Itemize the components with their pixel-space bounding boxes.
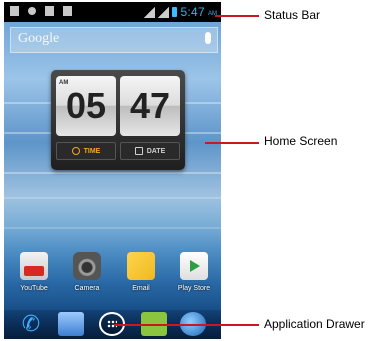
app-label: Play Store bbox=[177, 285, 211, 292]
app-label: Camera bbox=[74, 285, 100, 292]
signal-2-icon bbox=[158, 6, 170, 18]
usb-debug-icon bbox=[45, 6, 54, 16]
phone-screen: 5:47 AM Google AM 05 47 TIME DATE YouTub… bbox=[4, 2, 221, 339]
application-drawer-callout: Application Drawer bbox=[264, 317, 365, 331]
app-camera[interactable]: Camera bbox=[60, 252, 114, 292]
clock-hour: AM 05 bbox=[56, 76, 116, 136]
clock-widget[interactable]: AM 05 47 TIME DATE bbox=[51, 70, 185, 170]
home-screen-callout-line bbox=[205, 142, 259, 144]
tab-time-label: TIME bbox=[83, 147, 101, 155]
clock-widget-tabs: TIME DATE bbox=[56, 142, 180, 160]
clock-period: AM bbox=[59, 80, 69, 86]
play-store-icon bbox=[180, 252, 208, 280]
mic-icon[interactable] bbox=[205, 32, 211, 44]
clock-hour-value: 05 bbox=[65, 85, 107, 126]
status-bar-callout: Status Bar bbox=[264, 8, 321, 22]
status-bar-callout-line bbox=[215, 15, 259, 17]
home-screen-callout: Home Screen bbox=[264, 134, 338, 148]
application-drawer-callout-line bbox=[114, 324, 259, 326]
notification-icons bbox=[10, 6, 72, 16]
system-icons: 5:47 AM bbox=[144, 5, 217, 19]
app-youtube[interactable]: YouTube bbox=[7, 252, 61, 292]
camera-icon bbox=[73, 252, 101, 280]
app-label: YouTube bbox=[20, 285, 48, 292]
usb-icon bbox=[10, 6, 19, 16]
tab-time[interactable]: TIME bbox=[56, 142, 116, 160]
app-label: Email bbox=[132, 285, 150, 292]
signal-icon bbox=[144, 6, 156, 18]
contacts-icon[interactable] bbox=[58, 312, 84, 336]
battery-icon bbox=[172, 7, 178, 17]
clock-minute: 47 bbox=[120, 76, 180, 136]
app-email[interactable]: Email bbox=[114, 252, 168, 292]
clock-icon bbox=[71, 147, 80, 155]
google-label: Google bbox=[18, 31, 60, 46]
home-app-shortcuts: YouTube Camera Email Play Store bbox=[4, 252, 221, 302]
phone-icon[interactable]: ✆ bbox=[18, 312, 44, 336]
status-time: 5:47 bbox=[180, 5, 205, 19]
app-play-store[interactable]: Play Store bbox=[167, 252, 221, 292]
calendar-icon bbox=[134, 147, 143, 155]
image-notification-icon bbox=[63, 6, 72, 16]
tab-date-label: DATE bbox=[146, 147, 166, 155]
status-bar[interactable]: 5:47 AM bbox=[4, 2, 221, 22]
tab-date[interactable]: DATE bbox=[120, 142, 180, 160]
youtube-icon bbox=[20, 252, 48, 280]
email-icon bbox=[127, 252, 155, 280]
google-search-bar[interactable]: Google bbox=[10, 27, 218, 53]
settings-notification-icon bbox=[28, 7, 36, 15]
